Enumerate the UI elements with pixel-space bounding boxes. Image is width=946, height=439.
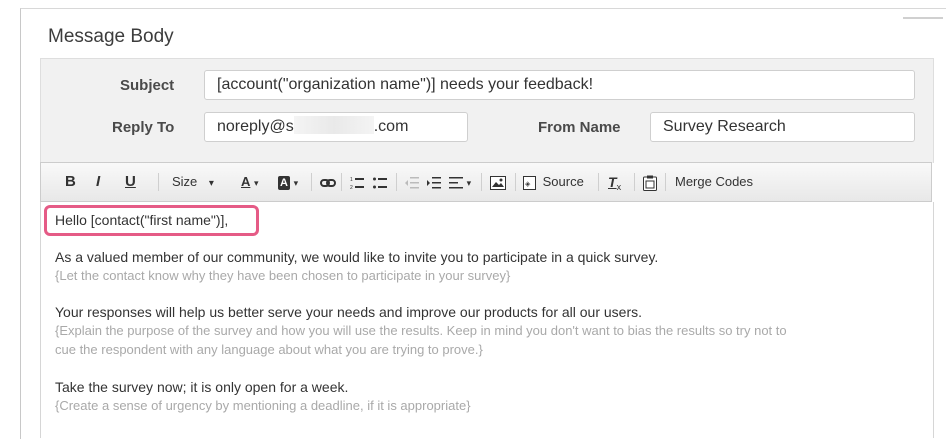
chevron-down-icon: ▾ <box>208 178 214 189</box>
toolbar-separator <box>598 173 599 191</box>
underline-button[interactable]: U <box>125 163 136 201</box>
italic-button[interactable]: I <box>96 163 100 201</box>
source-icon: ◈ <box>523 175 536 190</box>
chevron-down-icon: ▾ <box>466 178 472 188</box>
body-hint-3: {Create a sense of urgency by mentioning… <box>55 398 471 413</box>
outdent-icon[interactable] <box>405 163 419 201</box>
background-color-button[interactable]: A ▾ <box>278 163 298 201</box>
from-name-input[interactable]: Survey Research <box>650 112 915 142</box>
source-button[interactable]: ◈ Source <box>523 163 584 201</box>
section-title: Message Body <box>48 26 174 47</box>
source-label: Source <box>542 174 584 189</box>
toolbar-separator <box>515 173 516 191</box>
reply-to-value-prefix: noreply@s <box>217 118 294 135</box>
reply-to-input[interactable]: noreply@s .com <box>204 112 468 142</box>
email-header-fields: Subject [account("organization name")] n… <box>40 58 934 163</box>
merge-codes-button[interactable]: Merge Codes <box>675 163 753 201</box>
chevron-down-icon: ▾ <box>293 178 299 188</box>
body-hint-2a: {Explain the purpose of the survey and h… <box>55 323 787 338</box>
toolbar-separator <box>396 173 397 191</box>
reply-to-label: Reply To <box>112 119 175 136</box>
svg-text:◈: ◈ <box>525 181 531 188</box>
body-paragraph-3: Take the survey now; it is only open for… <box>55 379 349 395</box>
svg-text:1: 1 <box>350 177 353 183</box>
toolbar-separator <box>341 173 342 191</box>
font-color-button[interactable]: A ▾ <box>241 163 259 201</box>
image-icon[interactable] <box>490 163 506 201</box>
body-hint-2b: cue the respondent with any language abo… <box>55 342 483 357</box>
body-paragraph-1: As a valued member of our community, we … <box>55 249 659 265</box>
svg-text:2: 2 <box>350 185 353 190</box>
editor-toolbar: B I U Size ▾ A ▾ A ▾ 12 ▾ ◈ Source Tx Me… <box>40 162 932 202</box>
body-hint-1: {Let the contact know why they have been… <box>55 268 511 283</box>
from-name-label: From Name <box>538 119 621 136</box>
redacted-area <box>293 116 374 134</box>
toolbar-separator <box>665 173 666 191</box>
size-label: Size <box>172 174 198 189</box>
toolbar-separator <box>481 173 482 191</box>
body-paragraph-2: Your responses will help us better serve… <box>55 304 643 320</box>
font-color-label: A <box>241 174 251 189</box>
bulleted-list-icon[interactable] <box>373 163 387 201</box>
bold-button[interactable]: B <box>65 163 76 201</box>
divider <box>903 17 943 19</box>
toolbar-separator <box>311 173 312 191</box>
paste-icon[interactable] <box>643 163 657 201</box>
align-left-icon <box>449 176 463 189</box>
bg-color-label: A <box>278 176 290 190</box>
size-dropdown[interactable]: Size ▾ <box>172 163 214 201</box>
toolbar-separator <box>634 173 635 191</box>
reply-to-value-suffix: .com <box>373 118 409 135</box>
align-dropdown[interactable]: ▾ <box>449 163 471 201</box>
subject-label: Subject <box>120 77 175 94</box>
link-icon[interactable] <box>320 163 336 201</box>
clear-formatting-icon[interactable]: Tx <box>608 163 621 201</box>
toolbar-separator <box>158 173 159 191</box>
greeting-line: Hello [contact("first name")], <box>55 212 229 228</box>
numbered-list-icon[interactable]: 12 <box>350 163 364 201</box>
chevron-down-icon: ▾ <box>254 178 259 188</box>
indent-icon[interactable] <box>427 163 441 201</box>
subject-input[interactable]: [account("organization name")] needs you… <box>204 70 915 100</box>
